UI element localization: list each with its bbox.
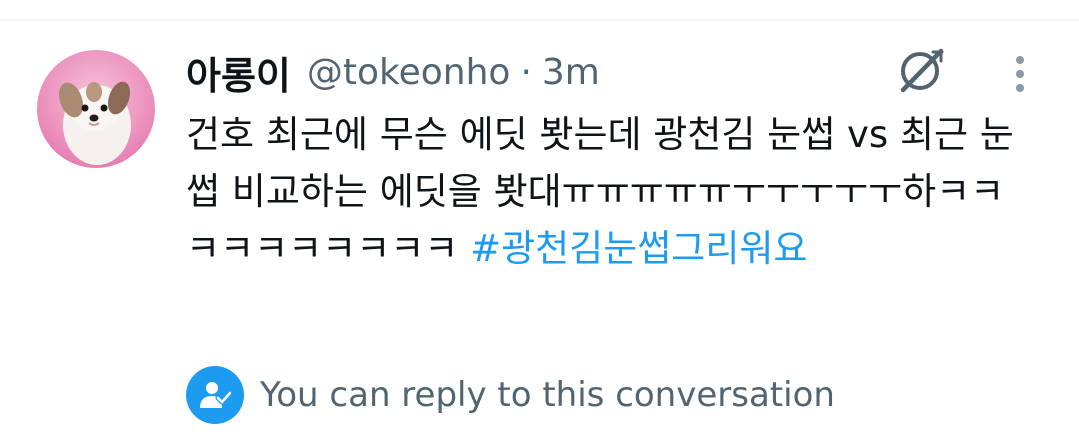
avatar[interactable]	[37, 50, 155, 168]
grok-icon[interactable]	[896, 44, 948, 96]
user-handle[interactable]: @tokeonho	[307, 52, 511, 93]
more-vertical-icon[interactable]	[1004, 54, 1036, 94]
display-name[interactable]: 아롱이	[186, 45, 291, 100]
reply-restriction-notice: You can reply to this conversation	[186, 366, 835, 424]
top-divider	[0, 19, 1079, 21]
tweet-header: 아롱이 @tokeonho · 3m	[186, 48, 600, 98]
separator-dot: ·	[520, 51, 532, 93]
hashtag-link[interactable]: #광천김눈썹그리워요	[470, 227, 807, 270]
reply-notice-text: You can reply to this conversation	[260, 375, 835, 415]
puppy-avatar-icon	[58, 81, 131, 165]
timestamp[interactable]: 3m	[542, 52, 600, 93]
tweet-text: 건호 최근에 무슨 에딧 봣는데 광천김 눈썹 vs 최근 눈썹 비교하는 에딧…	[186, 106, 1021, 277]
person-check-icon	[186, 366, 244, 424]
